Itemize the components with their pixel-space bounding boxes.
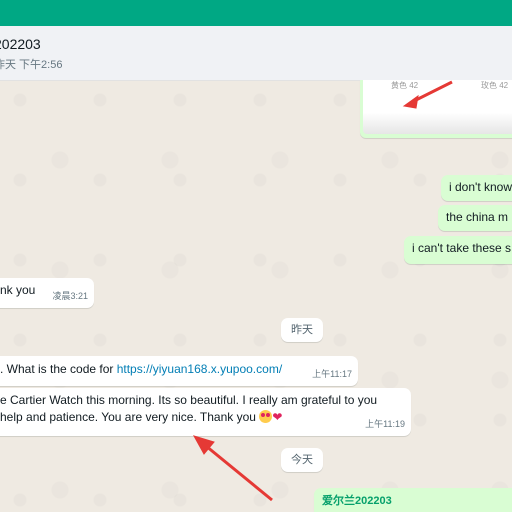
shared-image[interactable]: 黄色 42 玫色 42 <box>363 80 512 134</box>
image-caption-right: 玫色 42 <box>481 81 509 90</box>
message-text: . What is the code for <box>0 362 117 376</box>
last-seen-status: 昨天 下午2:56 <box>0 59 63 71</box>
message-text-line-1: e Cartier Watch this morning. Its so bea… <box>0 393 378 407</box>
message-text-line-2-words: help and patience. You are very nice. Th… <box>0 410 256 424</box>
message-text: the china m <box>446 210 509 224</box>
outgoing-message[interactable]: the china m <box>438 205 512 231</box>
heart-eyes-emoji-icon <box>259 410 273 423</box>
incoming-message[interactable]: e Cartier Watch this morning. Its so bea… <box>0 388 411 436</box>
message-time: 凌晨3:21 <box>52 291 88 301</box>
message-text: i can't take these s <box>412 241 512 255</box>
message-time: 上午11:17 <box>312 369 352 379</box>
contact-name: 202203 <box>0 36 41 52</box>
red-heart-icon: ❤ <box>272 410 283 424</box>
image-caption-left: 黄色 42 <box>391 81 419 90</box>
date-divider: 今天 <box>281 448 323 472</box>
outgoing-quoted-message[interactable]: 爱尔兰202203 <box>314 488 512 512</box>
quoted-sender: 爱尔兰202203 <box>322 495 392 507</box>
message-text: i don't know <box>449 180 512 194</box>
yupoo-link[interactable]: https://yiyuan168.x.yupoo.com/ <box>117 362 282 376</box>
chat-header[interactable]: 202203 昨天 下午2:56 <box>0 26 512 81</box>
outgoing-message[interactable]: i can't take these s <box>404 236 512 264</box>
chat-window: 202203 昨天 下午2:56 黄色 42 玫色 42 i don't kno… <box>0 0 512 512</box>
incoming-message[interactable]: nk you 凌晨3:21 <box>0 278 94 308</box>
incoming-message[interactable]: . What is the code for https://yiyuan168… <box>0 356 358 386</box>
outgoing-message[interactable]: i don't know <box>441 175 512 201</box>
app-top-bar <box>0 0 512 26</box>
image-message[interactable]: 黄色 42 玫色 42 <box>360 80 512 138</box>
message-time: 上午11:19 <box>365 419 405 429</box>
date-divider: 昨天 <box>281 318 323 342</box>
message-text-line-2: help and patience. You are very nice. Th… <box>0 409 403 426</box>
message-text: nk you <box>0 283 36 297</box>
